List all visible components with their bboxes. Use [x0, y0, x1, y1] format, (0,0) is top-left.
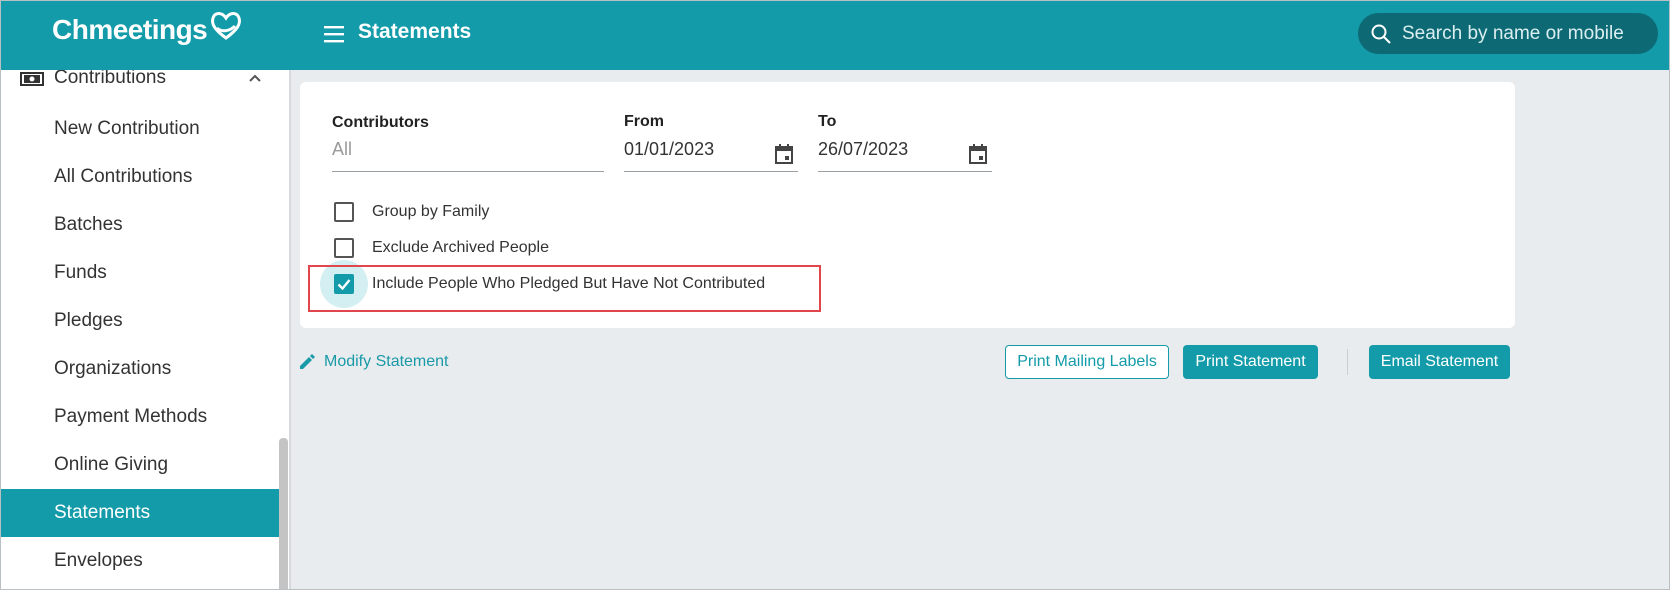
- to-label: To: [818, 113, 837, 130]
- option-exclude-archived[interactable]: Exclude Archived People: [334, 234, 549, 262]
- statement-options-card: Contributors All From 01/01/2023 To 26/0…: [300, 82, 1515, 328]
- sidebar-item-label: Envelopes: [54, 550, 143, 571]
- brand-logo[interactable]: Chmeetings: [52, 12, 243, 46]
- sidebar-section-contributions[interactable]: Contributions: [0, 70, 280, 90]
- calendar-icon[interactable]: [775, 144, 793, 164]
- sidebar-item-label: Statements: [54, 502, 151, 523]
- page-title: Statements: [358, 20, 472, 43]
- exclude-archived-checkbox[interactable]: [334, 238, 354, 258]
- brand-name: Chmeetings: [52, 14, 208, 45]
- calendar-icon[interactable]: [969, 144, 987, 164]
- checkmark-icon: [337, 279, 351, 291]
- sidebar-item-envelopes[interactable]: Envelopes: [0, 537, 280, 585]
- sidebar-item-funds[interactable]: Funds: [0, 249, 280, 297]
- sidebar: Contributions New Contribution All Contr…: [0, 70, 290, 590]
- option-label: Include People Who Pledged But Have Not …: [372, 275, 766, 292]
- include-pledged-checkbox[interactable]: [334, 274, 354, 294]
- sidebar-item-online-giving[interactable]: Online Giving: [0, 441, 280, 489]
- from-underline: [624, 171, 798, 172]
- top-bar: Chmeetings Statements: [0, 0, 1670, 70]
- modify-statement-label: Modify Statement: [324, 353, 449, 370]
- search-bar[interactable]: [1358, 13, 1658, 54]
- contributors-label: Contributors: [332, 114, 429, 131]
- email-statement-button[interactable]: Email Statement: [1369, 345, 1510, 379]
- sidebar-item-label: Online Giving: [54, 454, 169, 475]
- money-icon: [20, 72, 44, 86]
- option-label: Group by Family: [372, 203, 490, 220]
- sidebar-item-batches[interactable]: Batches: [0, 201, 280, 249]
- modify-statement-link[interactable]: Modify Statement: [298, 353, 449, 371]
- sidebar-item-label: Funds: [54, 262, 107, 283]
- sidebar-item-pledges[interactable]: Pledges: [0, 297, 280, 345]
- sidebar-item-label: Organizations: [54, 358, 172, 379]
- sidebar-section-label: Contributions: [54, 70, 166, 88]
- search-input[interactable]: [1400, 21, 1654, 46]
- chevron-up-icon[interactable]: [248, 73, 262, 83]
- print-statement-button[interactable]: Print Statement: [1183, 345, 1318, 379]
- sidebar-item-label: Payment Methods: [54, 406, 208, 427]
- from-label: From: [624, 113, 664, 130]
- option-label: Exclude Archived People: [372, 239, 549, 256]
- sidebar-item-label: All Contributions: [54, 166, 193, 187]
- sidebar-scrollbar-thumb[interactable]: [279, 438, 288, 590]
- button-divider: [1347, 349, 1348, 375]
- sidebar-item-label: Pledges: [54, 310, 123, 331]
- sidebar-item-statements[interactable]: Statements: [0, 489, 280, 537]
- sidebar-divider: [289, 70, 291, 590]
- hamburger-icon[interactable]: [322, 22, 346, 46]
- print-mailing-labels-button[interactable]: Print Mailing Labels: [1005, 345, 1169, 379]
- sidebar-item-label: Batches: [54, 214, 123, 235]
- sidebar-item-new-contribution[interactable]: New Contribution: [0, 105, 280, 153]
- contributors-underline: [332, 171, 604, 172]
- sidebar-item-payment-methods[interactable]: Payment Methods: [0, 393, 280, 441]
- search-icon: [1371, 24, 1391, 44]
- sidebar-item-label: New Contribution: [54, 118, 200, 139]
- to-underline: [818, 171, 992, 172]
- option-group-by-family[interactable]: Group by Family: [334, 198, 489, 226]
- sidebar-item-organizations[interactable]: Organizations: [0, 345, 280, 393]
- sidebar-item-all-contributions[interactable]: All Contributions: [0, 153, 280, 201]
- to-date-field[interactable]: 26/07/2023: [818, 139, 908, 160]
- heart-hands-icon: [211, 12, 242, 40]
- option-include-pledged[interactable]: Include People Who Pledged But Have Not …: [320, 260, 766, 308]
- group-by-family-checkbox[interactable]: [334, 202, 354, 222]
- pencil-icon: [300, 354, 315, 369]
- contributors-field[interactable]: All: [332, 139, 352, 160]
- from-date-field[interactable]: 01/01/2023: [624, 139, 714, 160]
